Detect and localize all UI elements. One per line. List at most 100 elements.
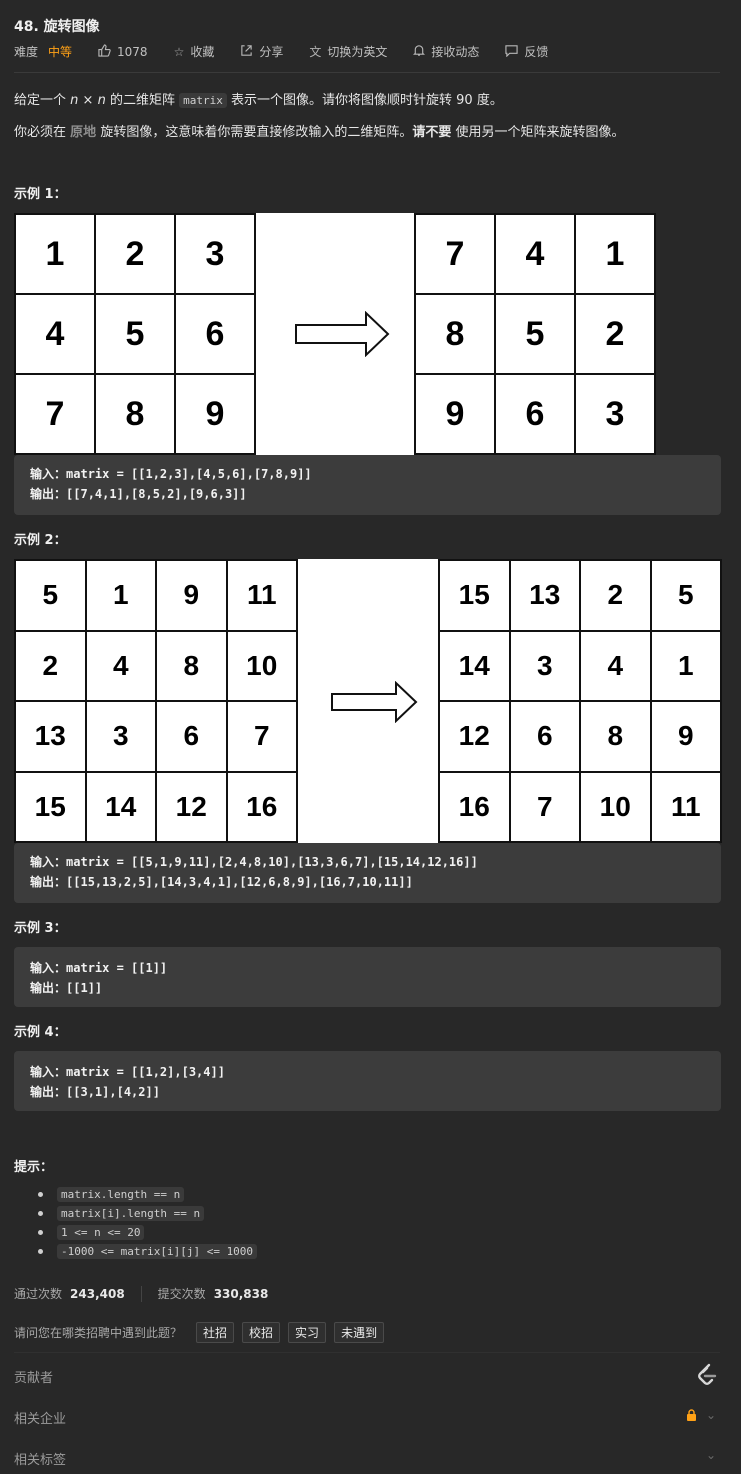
arrow-right-icon [331, 681, 418, 723]
like-count: 1078 [117, 44, 148, 59]
example-2-input: 输入：matrix = [[5,1,9,11],[2,4,8,10],[13,3… [30, 853, 478, 870]
example-2-title: 示例 2： [14, 533, 67, 548]
star-icon: ☆ [173, 44, 185, 59]
companies-section[interactable]: 相关企业 [14, 1408, 66, 1427]
output-value: [[1]] [66, 981, 103, 995]
favorite-button[interactable]: ☆ 收藏 [174, 43, 215, 60]
desc-text: 表示一个图像。请你将图像顺时针旋转 90 度。 [231, 93, 503, 108]
description-paragraph-1: 给定一个 n × n 的二维矩阵 matrix 表示一个图像。请你将图像顺时针旋… [14, 89, 503, 108]
input-label: 输入： [30, 855, 67, 869]
matrix-cell: 16 [438, 770, 511, 843]
matrix-cell: 7 [508, 770, 581, 843]
interview-option-intern[interactable]: 实习 [288, 1322, 327, 1343]
description-paragraph-2: 你必须在 原地 旋转图像，这意味着你需要直接修改输入的二维矩阵。请不要 使用另一… [14, 121, 625, 140]
matrix-cell: 16 [225, 770, 298, 843]
matrix-cell: 6 [174, 293, 256, 375]
hint-code: 1 <= n <= 20 [57, 1225, 145, 1240]
matrix-cell: 15 [438, 559, 511, 632]
matrix-cell: 1 [14, 213, 96, 295]
switch-language-button[interactable]: 文 切换为英文 [309, 43, 387, 60]
matrix-cell: 8 [94, 373, 176, 455]
matrix-cell: 1 [649, 629, 722, 702]
interview-question-text: 请问您在哪类招聘中遇到此题？ [14, 1326, 183, 1340]
feedback-button[interactable]: 反馈 [505, 43, 548, 60]
matrix-cell: 13 [508, 559, 581, 632]
matrix-cell: 2 [574, 293, 656, 375]
example-3-io: 输入：matrix = [[1]] 输出：[[1]] [14, 947, 721, 1007]
input-value: matrix = [[1,2,3],[4,5,6],[7,8,9]] [66, 467, 312, 481]
bullet-dot [38, 1249, 43, 1254]
input-value: matrix = [[5,1,9,11],[2,4,8,10],[13,3,6,… [66, 855, 478, 869]
thumbs-up-icon [98, 43, 111, 60]
interview-option-campus[interactable]: 校招 [242, 1322, 281, 1343]
output-value: [[7,4,1],[8,5,2],[9,6,3]] [66, 487, 247, 501]
submitted-label: 提交次数 [157, 1287, 206, 1301]
matrix-cell: 4 [84, 629, 157, 702]
bullet-dot [38, 1230, 43, 1235]
matrix-cell: 1 [84, 559, 157, 632]
matrix-cell: 1 [574, 213, 656, 295]
output-label: 输出： [30, 1085, 67, 1099]
matrix-cell: 4 [579, 629, 652, 702]
desc-text: 使用另一个矩阵来旋转图像。 [455, 125, 625, 140]
hint-code: -1000 <= matrix[i][j] <= 1000 [57, 1244, 258, 1259]
hint-code: matrix.length == n [57, 1187, 185, 1202]
interview-option-none[interactable]: 未遇到 [334, 1322, 385, 1343]
header-divider [14, 72, 720, 73]
desc-text: 你必须在 [14, 125, 67, 140]
chevron-down-icon[interactable]: ⌄ [706, 1448, 716, 1462]
matrix-cell: 8 [414, 293, 496, 375]
example-4-input: 输入：matrix = [[1,2],[3,4]] [30, 1063, 225, 1080]
translate-icon: 文 [309, 45, 322, 59]
matrix-cell: 5 [94, 293, 176, 375]
matrix-cell: 3 [174, 213, 256, 295]
example-1-output-image: 741852963 [414, 213, 656, 455]
share-button[interactable]: 分享 [240, 43, 283, 60]
example-2-output: 输出：[[15,13,2,5],[14,3,4,1],[12,6,8,9],[1… [30, 873, 413, 890]
output-value: [[15,13,2,5],[14,3,4,1],[12,6,8,9],[16,7… [66, 875, 413, 889]
output-value: [[3,1],[4,2]] [66, 1085, 160, 1099]
chevron-down-icon[interactable]: ⌄ [706, 1408, 716, 1422]
matrix-cell: 6 [508, 700, 581, 773]
output-label: 输出： [30, 981, 67, 995]
input-label: 输入： [30, 1065, 67, 1079]
desc-bold: 请不要 [412, 125, 452, 140]
feedback-label: 反馈 [524, 45, 549, 59]
input-label: 输入： [30, 961, 67, 975]
accepted-label: 通过次数 [14, 1287, 63, 1301]
example-3-output: 输出：[[1]] [30, 979, 102, 996]
favorite-label: 收藏 [190, 45, 215, 59]
section-divider [14, 1352, 720, 1353]
desc-inplace-link[interactable]: 原地 [70, 125, 96, 140]
interview-option-social[interactable]: 社招 [196, 1322, 235, 1343]
matrix-cell: 9 [414, 373, 496, 455]
matrix-cell: 9 [155, 559, 228, 632]
matrix-cell: 7 [14, 373, 96, 455]
hint-item: matrix[i].length == n [38, 1206, 205, 1221]
hint-item: -1000 <= matrix[i][j] <= 1000 [38, 1244, 258, 1259]
desc-times: × [82, 93, 94, 108]
contributors-section[interactable]: 贡献者 [14, 1367, 53, 1386]
share-icon [240, 44, 253, 60]
matrix-cell: 15 [14, 770, 87, 843]
lock-icon [686, 1409, 697, 1425]
example-1-output: 输出：[[7,4,1],[8,5,2],[9,6,3]] [30, 485, 247, 502]
like-button[interactable]: 1078 [98, 43, 148, 60]
matrix-cell: 3 [508, 629, 581, 702]
submission-stats: 通过次数 243,408 提交次数 330,838 [14, 1285, 268, 1302]
example-1-input: 输入：matrix = [[1,2,3],[4,5,6],[7,8,9]] [30, 465, 312, 482]
matrix-cell: 9 [174, 373, 256, 455]
submitted-count: 330,838 [213, 1286, 269, 1301]
accepted-count: 243,408 [70, 1286, 125, 1301]
notify-button[interactable]: 接收动态 [413, 43, 479, 60]
matrix-cell: 4 [14, 293, 96, 375]
problem-meta-bar: 难度 中等 1078 ☆ 收藏 分享 文 切换为英文 接收动态 反馈 [14, 43, 574, 60]
matrix-cell: 13 [14, 700, 87, 773]
tags-section[interactable]: 相关标签 [14, 1449, 66, 1468]
matrix-cell: 6 [155, 700, 228, 773]
matrix-cell: 8 [155, 629, 228, 702]
matrix-cell: 14 [438, 629, 511, 702]
example-4-output: 输出：[[3,1],[4,2]] [30, 1083, 160, 1100]
example-3-title: 示例 3： [14, 921, 67, 936]
matrix-cell: 14 [84, 770, 157, 843]
